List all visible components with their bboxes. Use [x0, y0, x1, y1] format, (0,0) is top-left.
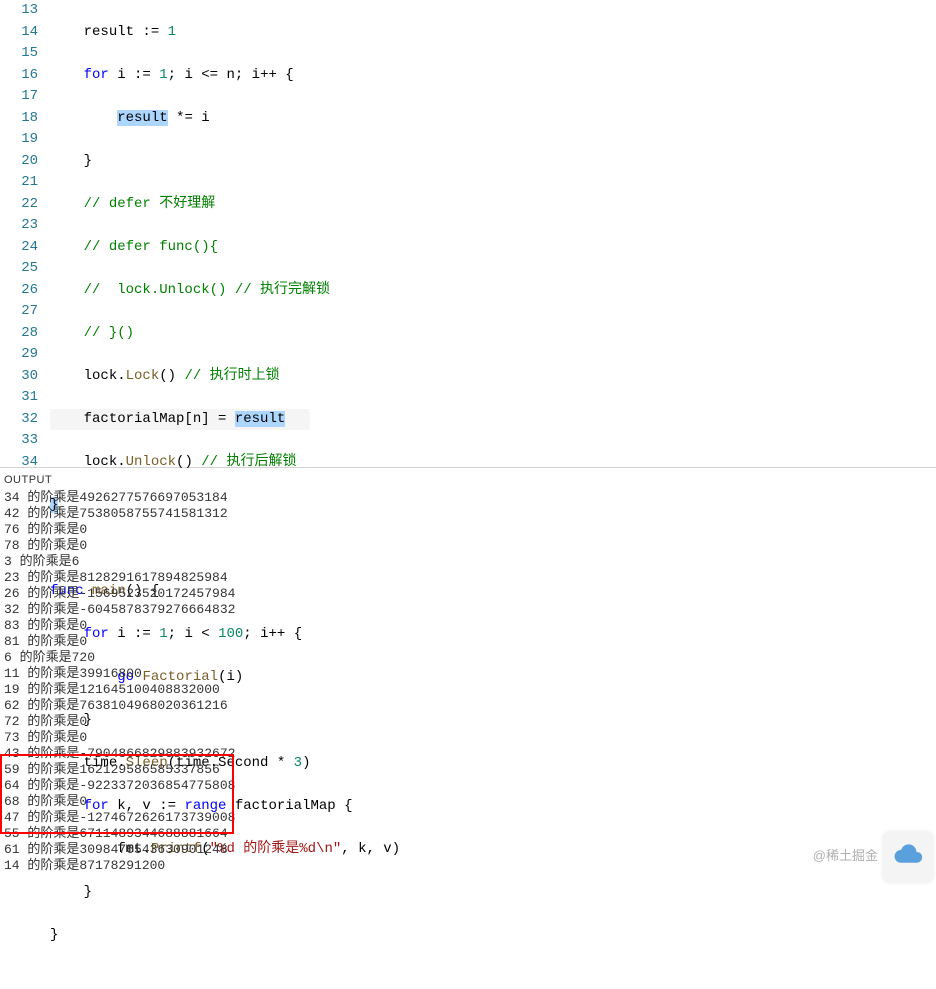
line-number: 19	[0, 129, 38, 151]
line-number: 21	[0, 172, 38, 194]
code-area[interactable]: result := 1 for i := 1; i <= n; i++ { re…	[50, 0, 936, 467]
line-number: 32	[0, 409, 38, 431]
line-number: 25	[0, 258, 38, 280]
line-number: 34	[0, 452, 38, 474]
line-number: 33	[0, 430, 38, 452]
line-number: 24	[0, 237, 38, 259]
watermark-text: @稀土掘金	[813, 845, 878, 864]
line-number: 23	[0, 215, 38, 237]
line-number: 26	[0, 280, 38, 302]
line-number: 28	[0, 323, 38, 345]
logo-badge	[883, 832, 933, 882]
line-number: 20	[0, 151, 38, 173]
line-number: 14	[0, 22, 38, 44]
line-number: 18	[0, 108, 38, 130]
line-number: 16	[0, 65, 38, 87]
line-number: 29	[0, 344, 38, 366]
line-number: 31	[0, 387, 38, 409]
line-number: 15	[0, 43, 38, 65]
line-number: 13	[0, 0, 38, 22]
line-number: 22	[0, 194, 38, 216]
line-number-gutter: 1314151617181920212223242526272829303132…	[0, 0, 50, 467]
line-number: 30	[0, 366, 38, 388]
line-number: 17	[0, 86, 38, 108]
line-number: 27	[0, 301, 38, 323]
code-editor[interactable]: 1314151617181920212223242526272829303132…	[0, 0, 936, 467]
cloud-icon	[891, 838, 925, 877]
